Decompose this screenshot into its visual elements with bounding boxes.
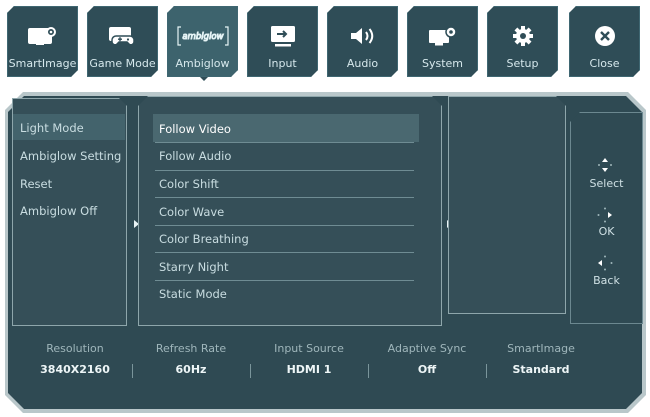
status-resolution: Resolution 3840X2160 [16, 336, 134, 376]
dpad-right-icon [597, 207, 612, 223]
close-icon [588, 19, 622, 53]
submenu-item-ambiglow-setting[interactable]: Ambiglow Setting [20, 149, 121, 163]
status-value: Standard [512, 363, 570, 376]
tab-label: Audio [346, 57, 379, 70]
tab-ambiglow[interactable]: ambiglow Ambiglow [167, 6, 238, 77]
submenu-item-reset[interactable]: Reset [20, 177, 52, 191]
status-title: Resolution [46, 342, 104, 355]
status-adaptive-sync: Adaptive Sync Off [368, 336, 486, 376]
option-static-mode[interactable]: Static Mode [159, 287, 227, 301]
tab-label: System [421, 57, 464, 70]
status-title: Input Source [274, 342, 344, 355]
nav-select-label: Select [589, 177, 624, 190]
status-refresh-rate: Refresh Rate 60Hz [132, 336, 250, 376]
tab-label: Setup [506, 57, 539, 70]
nav-ok-label: OK [598, 225, 615, 238]
status-value: 3840X2160 [40, 363, 110, 376]
tab-label: Ambiglow [175, 57, 230, 70]
tab-close[interactable]: Close [569, 6, 640, 77]
status-smartimage: SmartImage Standard [482, 336, 600, 376]
submenu-item-ambiglow-off[interactable]: Ambiglow Off [20, 204, 97, 218]
tab-label: Input [268, 57, 297, 70]
submenu-item-light-mode[interactable]: Light Mode [20, 121, 84, 135]
divider [155, 142, 414, 143]
detail-panel [448, 96, 566, 314]
status-title: SmartImage [507, 342, 575, 355]
nav-back-label: Back [593, 274, 620, 287]
tab-input[interactable]: Input [247, 6, 318, 77]
option-follow-video[interactable]: Follow Video [159, 122, 231, 136]
option-color-shift[interactable]: Color Shift [159, 177, 219, 191]
status-input-source: Input Source HDMI 1 [250, 336, 368, 376]
dpad-updown-icon [598, 158, 612, 172]
tab-system[interactable]: System [407, 6, 478, 77]
tab-setup[interactable]: Setup [487, 6, 558, 77]
status-value: 60Hz [175, 363, 207, 376]
input-icon [266, 19, 300, 53]
tab-label: Game Mode [89, 57, 156, 70]
divider [155, 280, 414, 281]
tab-audio[interactable]: Audio [327, 6, 398, 77]
ambiglow-icon: ambiglow [177, 19, 229, 53]
gamepad-icon [106, 19, 140, 53]
tab-smartimage[interactable]: SmartImage [7, 6, 78, 77]
tab-label: Close [589, 57, 620, 70]
tab-game-mode[interactable]: Game Mode [87, 6, 158, 77]
divider [155, 252, 414, 253]
dpad-left-icon [598, 255, 613, 271]
divider [155, 170, 414, 171]
option-starry-night[interactable]: Starry Night [159, 260, 228, 274]
divider [155, 225, 414, 226]
smartimage-icon [26, 19, 60, 53]
status-bar: Resolution 3840X2160 Refresh Rate 60Hz I… [16, 336, 630, 400]
active-tab-pointer [200, 77, 208, 81]
option-color-breathing[interactable]: Color Breathing [159, 232, 249, 246]
status-value: Off [417, 363, 437, 376]
ambiglow-logo-text: ambiglow [182, 32, 223, 42]
option-follow-audio[interactable]: Follow Audio [159, 149, 231, 163]
status-value: HDMI 1 [286, 363, 332, 376]
tab-label: SmartImage [8, 57, 77, 70]
status-title: Refresh Rate [155, 342, 227, 355]
divider [155, 197, 414, 198]
system-icon [426, 19, 460, 53]
option-color-wave[interactable]: Color Wave [159, 205, 224, 219]
speaker-icon [346, 19, 380, 53]
status-title: Adaptive Sync [387, 342, 467, 355]
gear-icon [506, 19, 540, 53]
